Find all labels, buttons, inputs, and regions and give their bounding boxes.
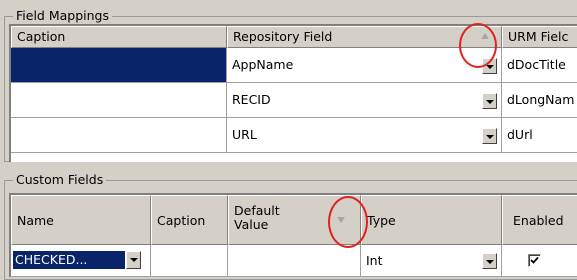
repository-field-value: RECID — [232, 92, 271, 107]
column-header-caption[interactable]: Caption — [151, 195, 228, 245]
table-row-caption-cell[interactable] — [11, 118, 227, 153]
column-header-name[interactable]: Name — [11, 195, 151, 245]
repository-field-value: URL — [232, 127, 257, 142]
table-row-caption-cell[interactable] — [11, 83, 227, 118]
urm-field-cell[interactable]: dDocTitle — [502, 48, 577, 83]
table-row-caption-cell[interactable] — [11, 48, 227, 83]
urm-field-cell[interactable]: dLongNam — [502, 83, 577, 118]
enabled-checkbox[interactable] — [528, 254, 541, 267]
type-combo[interactable]: Int — [361, 245, 502, 277]
column-header-urm-field[interactable]: URM Fielc — [502, 26, 577, 48]
name-value-selected: CHECKED... — [13, 251, 125, 269]
repository-field-value: AppName — [232, 57, 294, 72]
dropdown-arrow-icon[interactable] — [482, 128, 497, 144]
checkmark-icon — [530, 256, 539, 264]
type-value: Int — [366, 253, 383, 268]
highlight-circle — [459, 23, 497, 68]
default-value-cell[interactable] — [228, 245, 361, 277]
urm-field-cell[interactable]: dUrl — [502, 118, 577, 153]
column-header-enabled[interactable]: Enabled — [502, 195, 577, 245]
dropdown-arrow-icon[interactable] — [482, 253, 497, 269]
column-header-default-value-label: Default Value — [234, 203, 280, 232]
highlight-circle — [328, 196, 368, 248]
caption-cell[interactable] — [151, 245, 228, 277]
dropdown-arrow-icon[interactable] — [126, 251, 141, 269]
dropdown-arrow-icon[interactable] — [482, 93, 497, 109]
custom-fields-grid: Name Caption Default Value Type Enabled … — [9, 193, 577, 277]
column-header-caption[interactable]: Caption — [11, 26, 227, 48]
column-header-repository-field-label: Repository Field — [233, 29, 333, 44]
repository-field-combo[interactable]: URL — [227, 118, 502, 153]
custom-fields-title: Custom Fields — [13, 173, 107, 187]
field-mappings-title: Field Mappings — [13, 9, 112, 23]
name-value: CHECKED... — [15, 252, 88, 267]
column-header-type[interactable]: Type — [361, 195, 502, 245]
name-combo[interactable]: CHECKED... — [11, 245, 151, 277]
repository-field-combo[interactable]: RECID — [227, 83, 502, 118]
enabled-cell — [502, 245, 577, 277]
